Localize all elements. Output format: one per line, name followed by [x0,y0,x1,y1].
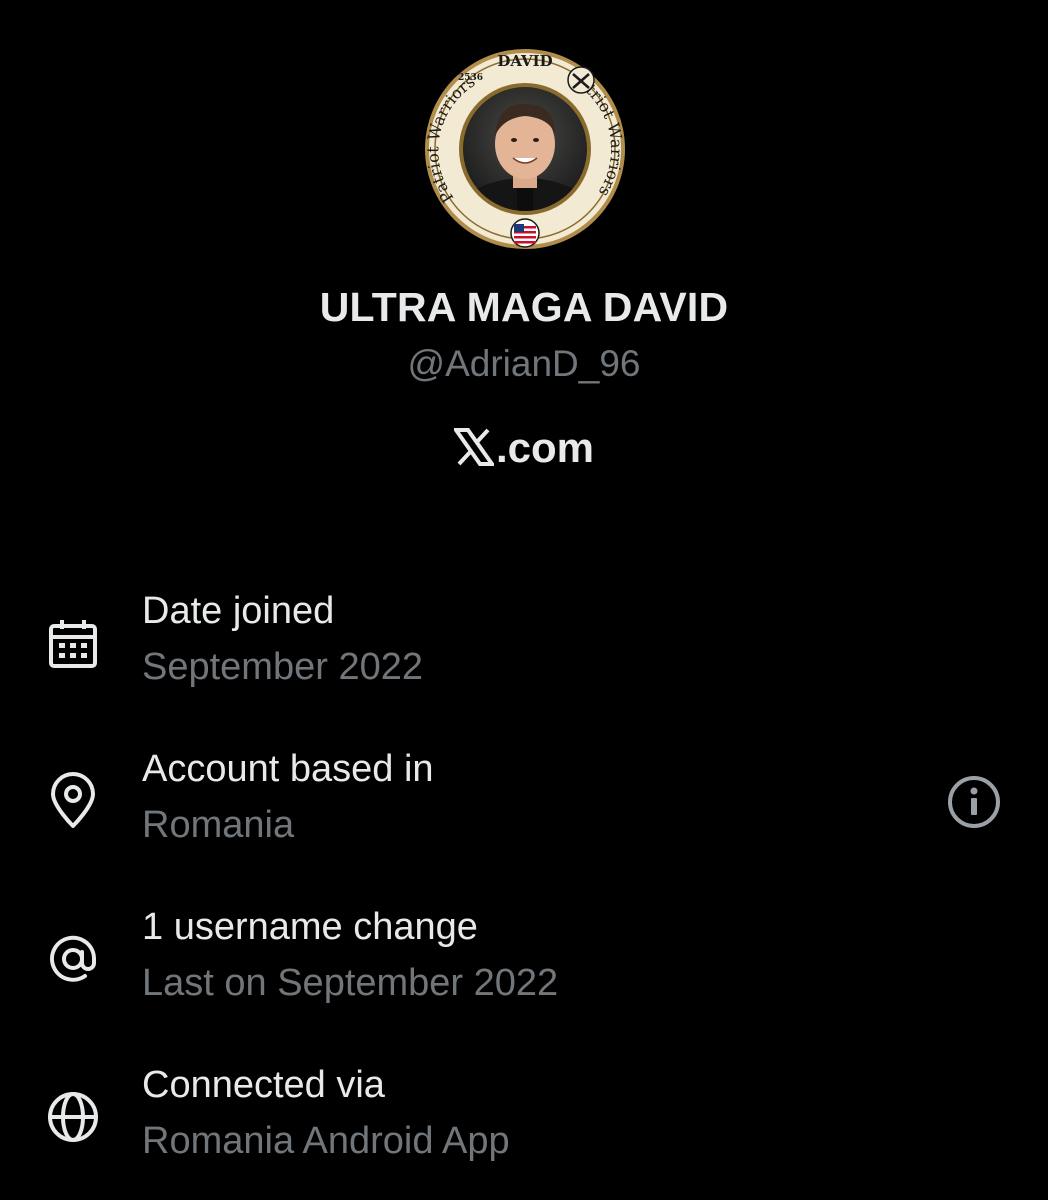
about-row-date-joined: Date joined September 2022 [0,590,1048,720]
username-change-value: Last on September 2022 [142,962,559,1004]
calendar-icon [44,616,102,674]
globe-icon [44,1088,102,1146]
about-row-username-change: 1 username change Last on September 2022 [0,906,1048,1036]
account-based-in-value: Romania [142,804,295,846]
about-row-connected-via: Connected via Romania Android App [0,1064,1048,1194]
x-logo-icon [452,428,496,476]
info-icon[interactable] [944,772,1004,832]
location-pin-icon [44,772,102,830]
account-based-in-label: Account based in [142,748,434,790]
crossed-pistols-icon [567,66,595,94]
us-flag-badge-icon [510,218,540,248]
frame-top-text: DAVID [497,52,552,70]
connected-via-value: Romania Android App [142,1120,510,1162]
avatar-frame-image: DAVID 2536 Patriot Warriors Patriot Warr… [423,49,626,249]
user-handle: @AdrianD_96 [407,343,641,384]
display-name: ULTRA MAGA DAVID [319,284,729,330]
about-row-account-based-in: Account based in Romania [0,748,1048,878]
username-change-label: 1 username change [142,906,478,948]
platform-link[interactable]: .com [0,424,1048,476]
at-sign-icon [44,930,102,988]
platform-domain: .com [495,424,595,471]
connected-via-label: Connected via [142,1064,385,1106]
date-joined-value: September 2022 [142,646,423,688]
date-joined-label: Date joined [142,590,335,632]
avatar[interactable]: DAVID 2536 Patriot Warriors Patriot Warr… [419,48,631,250]
